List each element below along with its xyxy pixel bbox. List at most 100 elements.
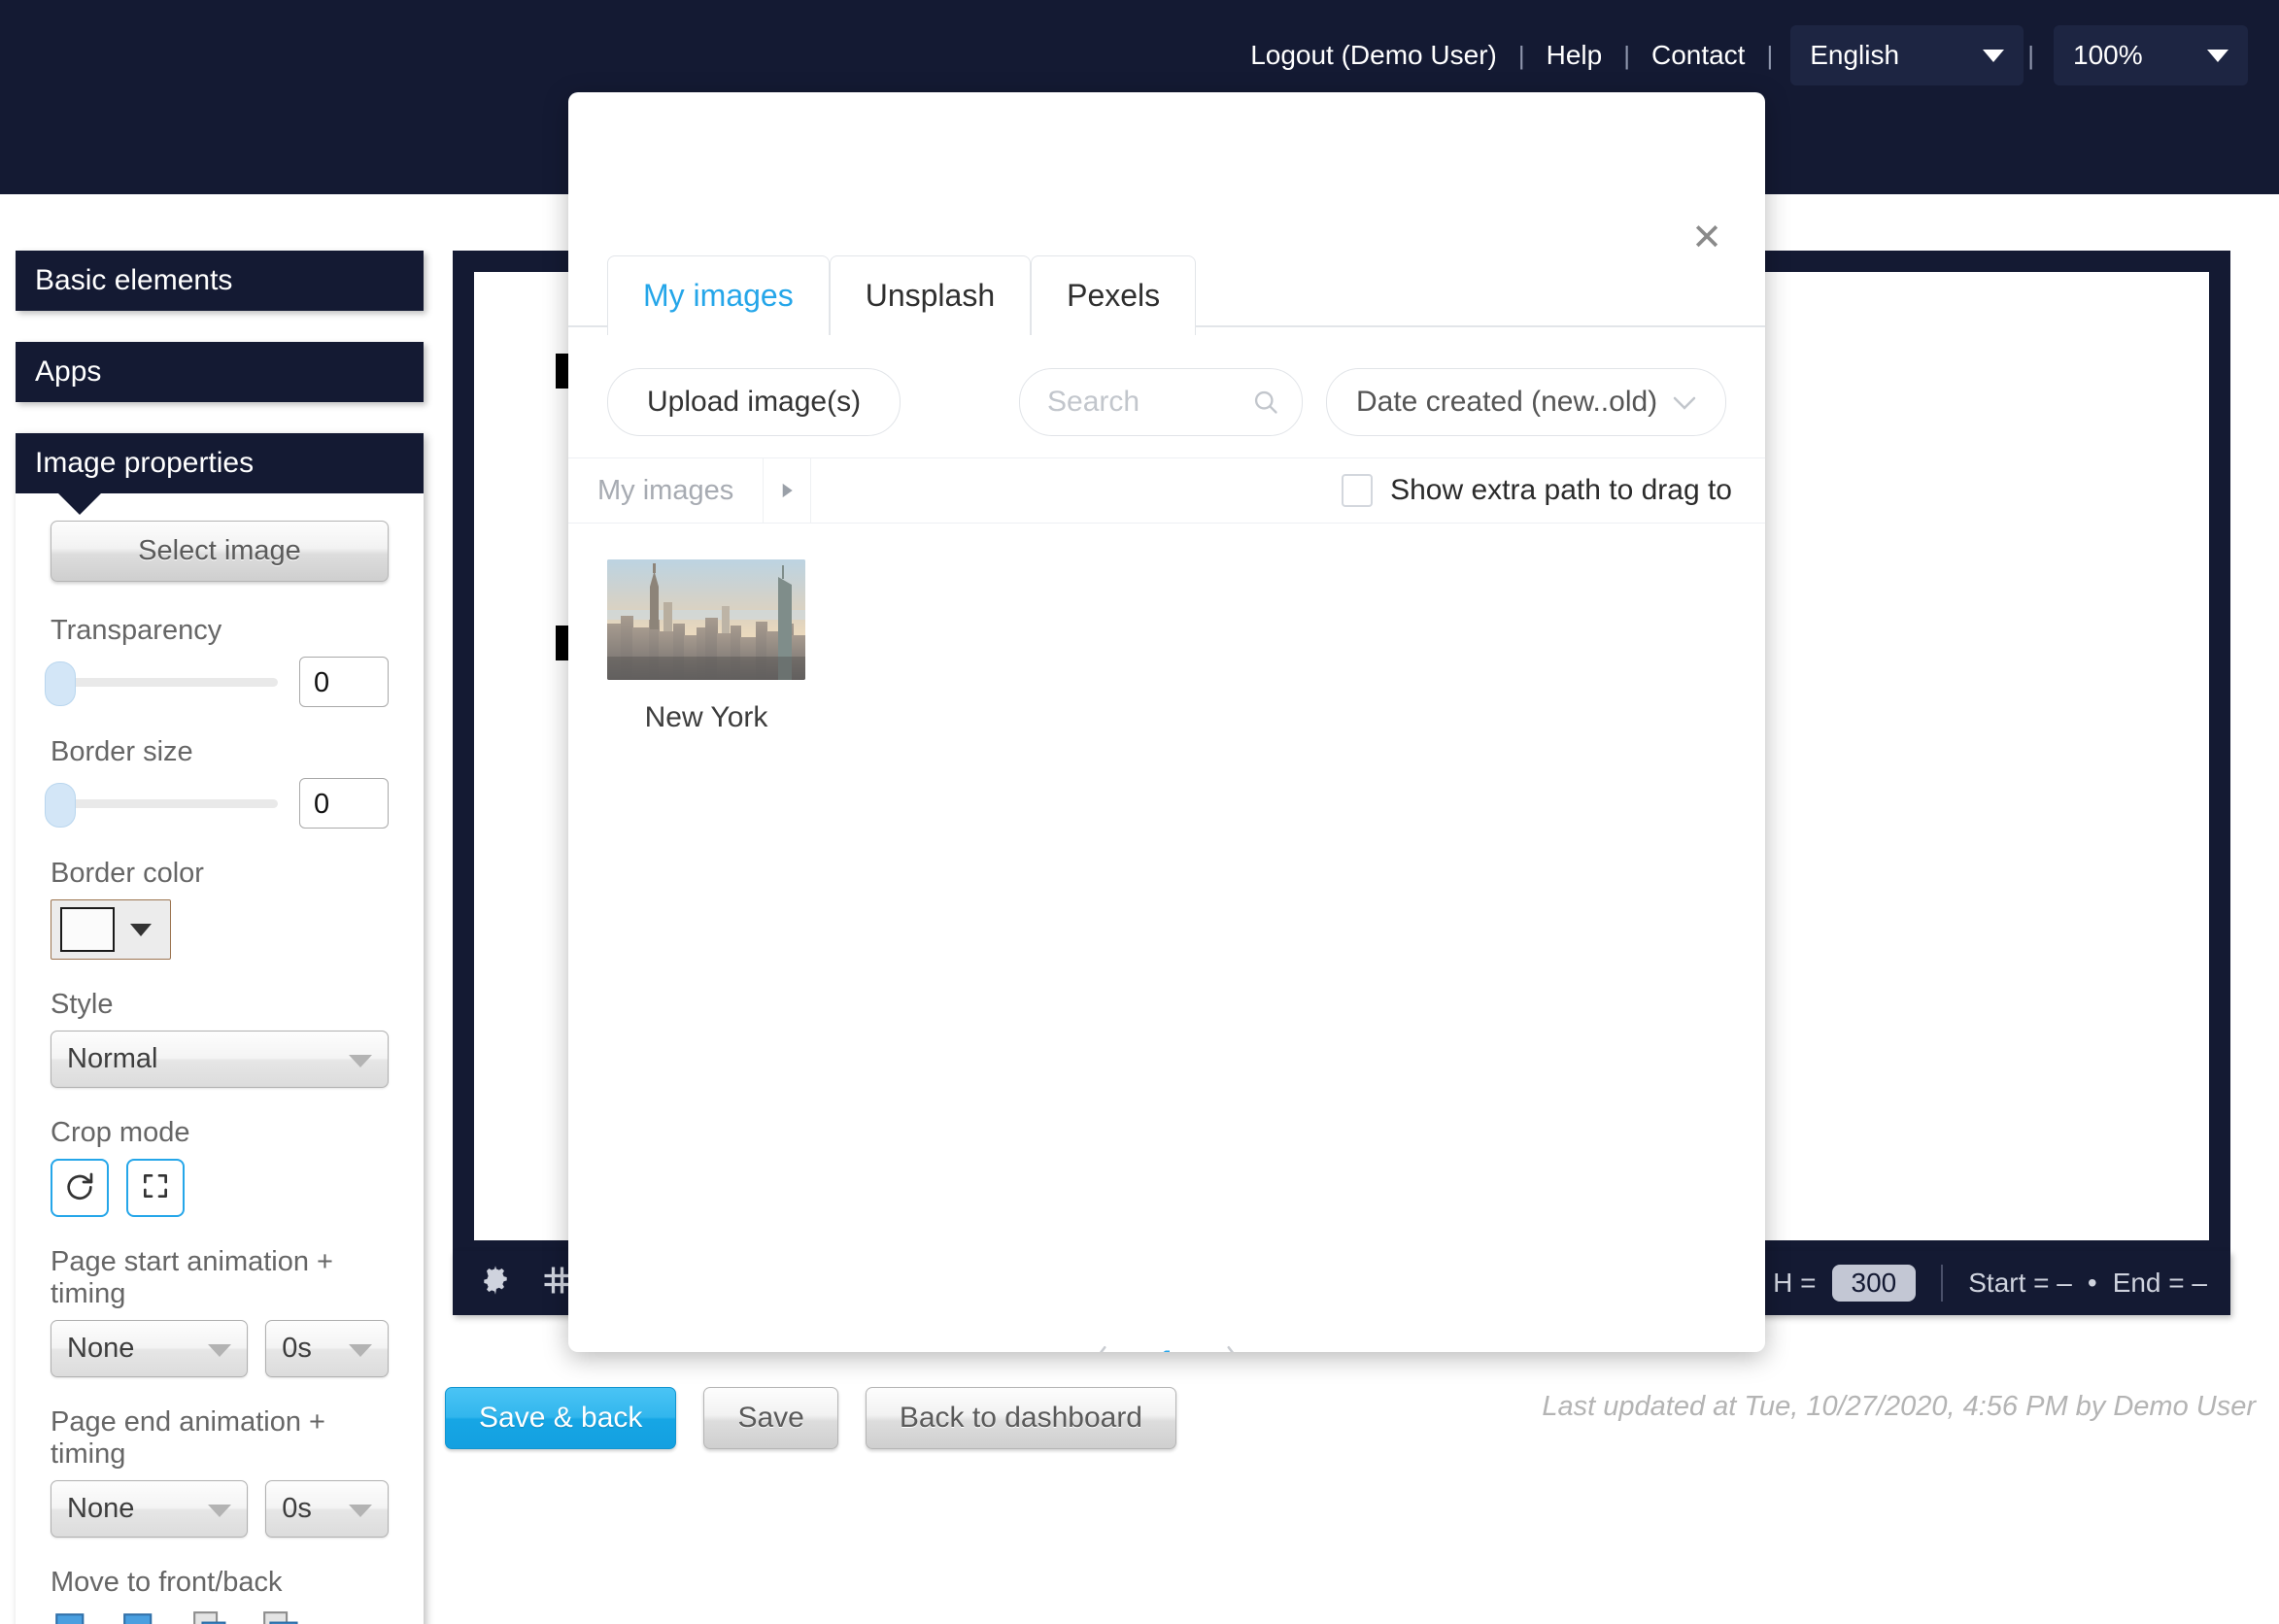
border-color-label: Border color (51, 858, 204, 889)
tab-unsplash[interactable]: Unsplash (829, 255, 1032, 335)
chevron-down-icon (208, 1504, 232, 1517)
bring-to-front-icon[interactable] (51, 1608, 99, 1624)
breadcrumb-spacer (811, 458, 1342, 523)
crop-mode-buttons (51, 1159, 389, 1217)
page-actions: Save & back Save Back to dashboard (445, 1387, 1176, 1449)
image-grid-item[interactable]: New York (607, 559, 805, 734)
start-label: Start = – (1968, 1268, 2072, 1298)
modal-tabs: My images Unsplash Pexels (607, 255, 1197, 337)
page-end-animation-label: Page end animation + timing (51, 1406, 325, 1470)
send-backward-icon[interactable] (190, 1608, 239, 1624)
image-caption: New York (644, 701, 768, 733)
save-button[interactable]: Save (703, 1387, 838, 1449)
upload-images-button[interactable]: Upload image(s) (607, 368, 901, 436)
modal-toolbar: Upload image(s) Date created (new..old) (568, 353, 1765, 452)
previous-page-icon[interactable] (1088, 1343, 1113, 1352)
page-start-timing-select[interactable]: 0s (265, 1320, 389, 1377)
border-size-input[interactable]: 0 (299, 778, 389, 829)
page-end-timing-value: 0s (282, 1493, 312, 1524)
page-start-animation-value: None (67, 1333, 135, 1364)
show-extra-path-row: Show extra path to drag to (1342, 458, 1765, 523)
breadcrumb-my-images[interactable]: My images (568, 458, 763, 523)
fullscreen-icon (140, 1170, 171, 1206)
move-to-front-back-label: Move to front/back (51, 1567, 283, 1598)
style-select-value: Normal (67, 1043, 158, 1074)
show-extra-path-label: Show extra path to drag to (1390, 474, 1732, 506)
tab-my-images[interactable]: My images (607, 255, 830, 337)
image-properties-title: Image properties (35, 447, 255, 479)
chevron-down-icon (349, 1054, 372, 1067)
page-end-timing-select[interactable]: 0s (265, 1480, 389, 1538)
toolbar-divider (1941, 1265, 1944, 1302)
chevron-down-icon (2207, 49, 2228, 62)
breadcrumb-row: My images Show extra path to drag to (568, 457, 1765, 524)
slider-thumb[interactable] (45, 660, 76, 706)
back-to-dashboard-button[interactable]: Back to dashboard (865, 1387, 1176, 1449)
breadcrumb-expand-icon[interactable] (763, 458, 812, 523)
language-select[interactable]: English (1790, 25, 2024, 85)
page-start-animation-label: Page start animation + timing (51, 1246, 333, 1309)
height-label: H = (1773, 1268, 1817, 1298)
contact-link[interactable]: Contact (1634, 40, 1763, 71)
border-color-picker[interactable] (51, 899, 171, 960)
crop-mode-fit-button[interactable] (126, 1159, 185, 1217)
help-link[interactable]: Help (1529, 40, 1620, 71)
sidebar-item-apps[interactable]: Apps (16, 342, 424, 402)
dimension-separator-2: • (2087, 1268, 2097, 1298)
left-sidebar: Basic elements Apps Image properties Sel… (16, 251, 424, 1624)
chevron-down-icon (1983, 49, 2005, 62)
image-thumbnail[interactable] (607, 559, 805, 680)
show-extra-path-checkbox[interactable] (1342, 474, 1374, 507)
page-start-animation-select[interactable]: None (51, 1320, 249, 1377)
height-value[interactable]: 300 (1831, 1265, 1917, 1302)
header-separator-3: | (1766, 40, 1774, 70)
move-to-front-back-buttons (51, 1608, 389, 1624)
chevron-down-icon (130, 923, 152, 936)
top-header-actions: Logout (Demo User) | Help | Contact | En… (1233, 25, 2248, 85)
transparency-row: 0 (45, 657, 389, 707)
page-end-animation-value: None (67, 1493, 135, 1524)
crop-mode-rotate-button[interactable] (51, 1159, 109, 1217)
search-field-wrapper (1019, 368, 1303, 436)
header-separator-4: | (2027, 40, 2034, 70)
tab-pexels[interactable]: Pexels (1031, 255, 1197, 335)
last-updated-text: Last updated at Tue, 10/27/2020, 4:56 PM… (1542, 1391, 2256, 1422)
transparency-slider[interactable] (45, 660, 278, 706)
style-select[interactable]: Normal (51, 1031, 389, 1088)
close-icon[interactable]: ✕ (1685, 219, 1728, 261)
editor-toolbar-icons (453, 1263, 575, 1304)
chevron-down-icon (349, 1343, 372, 1357)
header-separator-2: | (1623, 40, 1630, 70)
bring-forward-icon[interactable] (120, 1608, 169, 1624)
send-to-back-icon[interactable] (260, 1608, 309, 1624)
image-picker-modal: ✕ My images Unsplash Pexels Upload image… (568, 92, 1765, 1352)
border-size-label: Border size (51, 736, 193, 767)
image-properties-header[interactable]: Image properties (16, 433, 424, 515)
gear-icon[interactable] (478, 1263, 513, 1304)
zoom-select-value: 100% (2073, 40, 2143, 70)
page-number-1[interactable]: 1 (1158, 1344, 1175, 1352)
pagination: 1 (568, 1343, 1765, 1352)
border-size-slider[interactable] (45, 782, 278, 828)
refresh-icon (64, 1170, 95, 1206)
page-start-timing-value: 0s (282, 1333, 312, 1364)
image-properties-body: Select image Transparency 0 Border size … (16, 493, 424, 1624)
logout-link[interactable]: Logout (Demo User) (1233, 40, 1514, 71)
zoom-select[interactable]: 100% (2054, 25, 2248, 85)
panel-pointer-triangle (58, 493, 101, 515)
sort-field-wrapper: Date created (new..old) (1326, 368, 1726, 436)
transparency-label: Transparency (51, 615, 222, 646)
search-input[interactable] (1019, 368, 1303, 436)
sort-select[interactable]: Date created (new..old) (1326, 368, 1726, 436)
crop-mode-label: Crop mode (51, 1117, 190, 1148)
save-and-back-button[interactable]: Save & back (445, 1387, 677, 1449)
header-separator-1: | (1517, 40, 1525, 70)
sidebar-item-basic-elements[interactable]: Basic elements (16, 251, 424, 311)
select-image-button[interactable]: Select image (51, 521, 389, 582)
end-label: End = – (2112, 1268, 2207, 1298)
slider-thumb[interactable] (45, 782, 76, 828)
transparency-input[interactable]: 0 (299, 657, 389, 707)
chevron-down-icon (208, 1343, 232, 1357)
page-end-animation-select[interactable]: None (51, 1480, 249, 1538)
next-page-icon[interactable] (1220, 1343, 1245, 1352)
